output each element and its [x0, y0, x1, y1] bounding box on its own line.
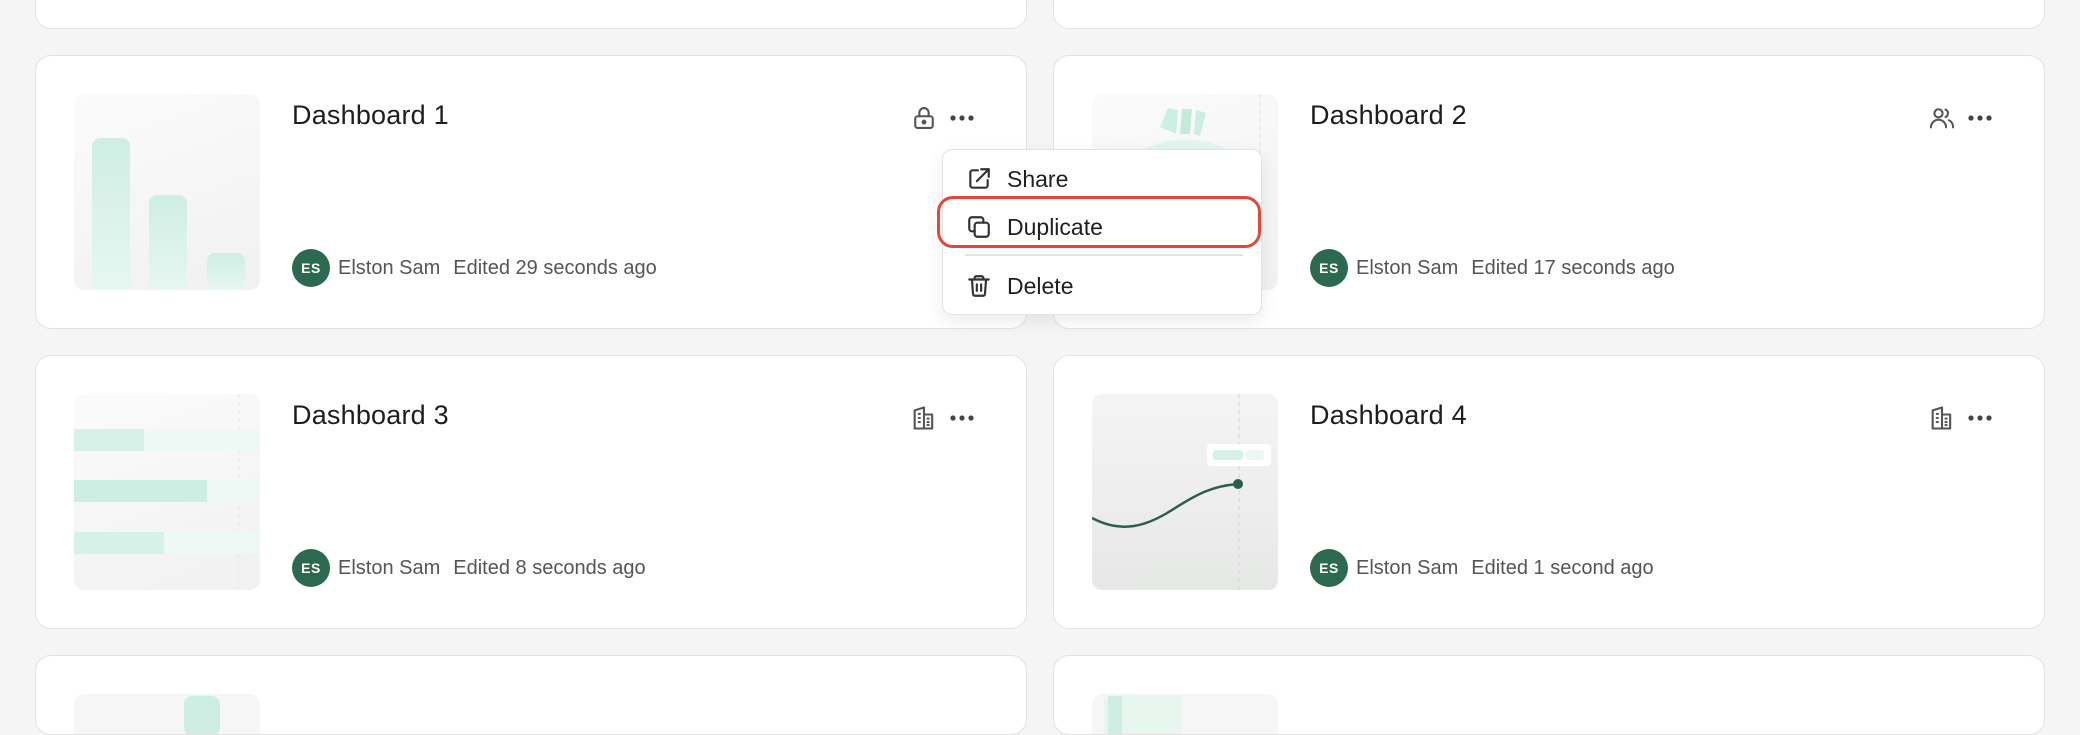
dashboard-card-partial[interactable] — [35, 655, 1027, 735]
dashboard-meta: ES Elston Sam Edited 29 seconds ago — [292, 248, 657, 288]
dashboard-card-4[interactable]: Dashboard 4 ES Elston Sam Edited 1 secon… — [1053, 355, 2045, 629]
menu-item-duplicate[interactable]: Duplicate — [943, 205, 1261, 249]
chart-thumbnail — [1092, 694, 1278, 734]
dashboard-title[interactable]: Dashboard 3 — [292, 400, 449, 431]
more-options-button[interactable] — [946, 104, 978, 132]
edited-timestamp: Edited 17 seconds ago — [1471, 256, 1675, 279]
dashboard-meta: ES Elston Sam Edited 17 seconds ago — [1310, 248, 1675, 288]
lock-icon — [910, 104, 938, 132]
trash-icon — [965, 272, 993, 300]
more-options-button[interactable] — [946, 404, 978, 432]
menu-divider — [965, 254, 1243, 256]
edited-timestamp: Edited 29 seconds ago — [453, 256, 657, 279]
edited-timestamp: Edited 8 seconds ago — [453, 556, 646, 579]
dashboard-card-partial[interactable] — [35, 0, 1027, 29]
dashboard-title[interactable]: Dashboard 1 — [292, 100, 449, 131]
external-link-icon — [965, 165, 993, 193]
dashboard-card-1[interactable]: Dashboard 1 ES Elston Sam Edited 29 seco… — [35, 55, 1027, 329]
horizontal-bar-thumbnail — [74, 394, 260, 590]
line-chart-thumbnail — [1092, 394, 1278, 590]
menu-item-share[interactable]: Share — [943, 157, 1261, 201]
bar-chart-thumbnail — [74, 94, 260, 290]
dashboard-card-partial[interactable] — [1053, 0, 2045, 29]
owner-name: Elston Sam — [338, 256, 441, 279]
avatar: ES — [1310, 549, 1348, 587]
building-icon — [910, 404, 938, 432]
building-icon — [1928, 404, 1956, 432]
edited-timestamp: Edited 1 second ago — [1471, 556, 1654, 579]
chart-thumbnail — [74, 694, 260, 734]
owner-name: Elston Sam — [1356, 556, 1459, 579]
dashboard-title[interactable]: Dashboard 2 — [1310, 100, 1467, 131]
users-icon — [1928, 104, 1956, 132]
more-options-button[interactable] — [1964, 104, 1996, 132]
menu-item-delete[interactable]: Delete — [943, 264, 1261, 308]
avatar: ES — [292, 549, 330, 587]
menu-item-label: Duplicate — [1007, 213, 1103, 240]
dashboard-card-3[interactable]: Dashboard 3 ES Elston Sam Edited 8 secon… — [35, 355, 1027, 629]
avatar: ES — [292, 249, 330, 287]
copy-icon — [965, 213, 993, 241]
more-options-button[interactable] — [1964, 404, 1996, 432]
dashboard-card-partial[interactable] — [1053, 655, 2045, 735]
owner-name: Elston Sam — [338, 556, 441, 579]
owner-name: Elston Sam — [1356, 256, 1459, 279]
dashboard-meta: ES Elston Sam Edited 1 second ago — [1310, 548, 1654, 588]
dashboard-title[interactable]: Dashboard 4 — [1310, 400, 1467, 431]
menu-item-label: Share — [1007, 165, 1069, 192]
menu-item-label: Delete — [1007, 272, 1074, 299]
dashboard-meta: ES Elston Sam Edited 8 seconds ago — [292, 548, 646, 588]
avatar: ES — [1310, 249, 1348, 287]
more-options-menu: Share Duplicate Delete — [942, 149, 1262, 315]
